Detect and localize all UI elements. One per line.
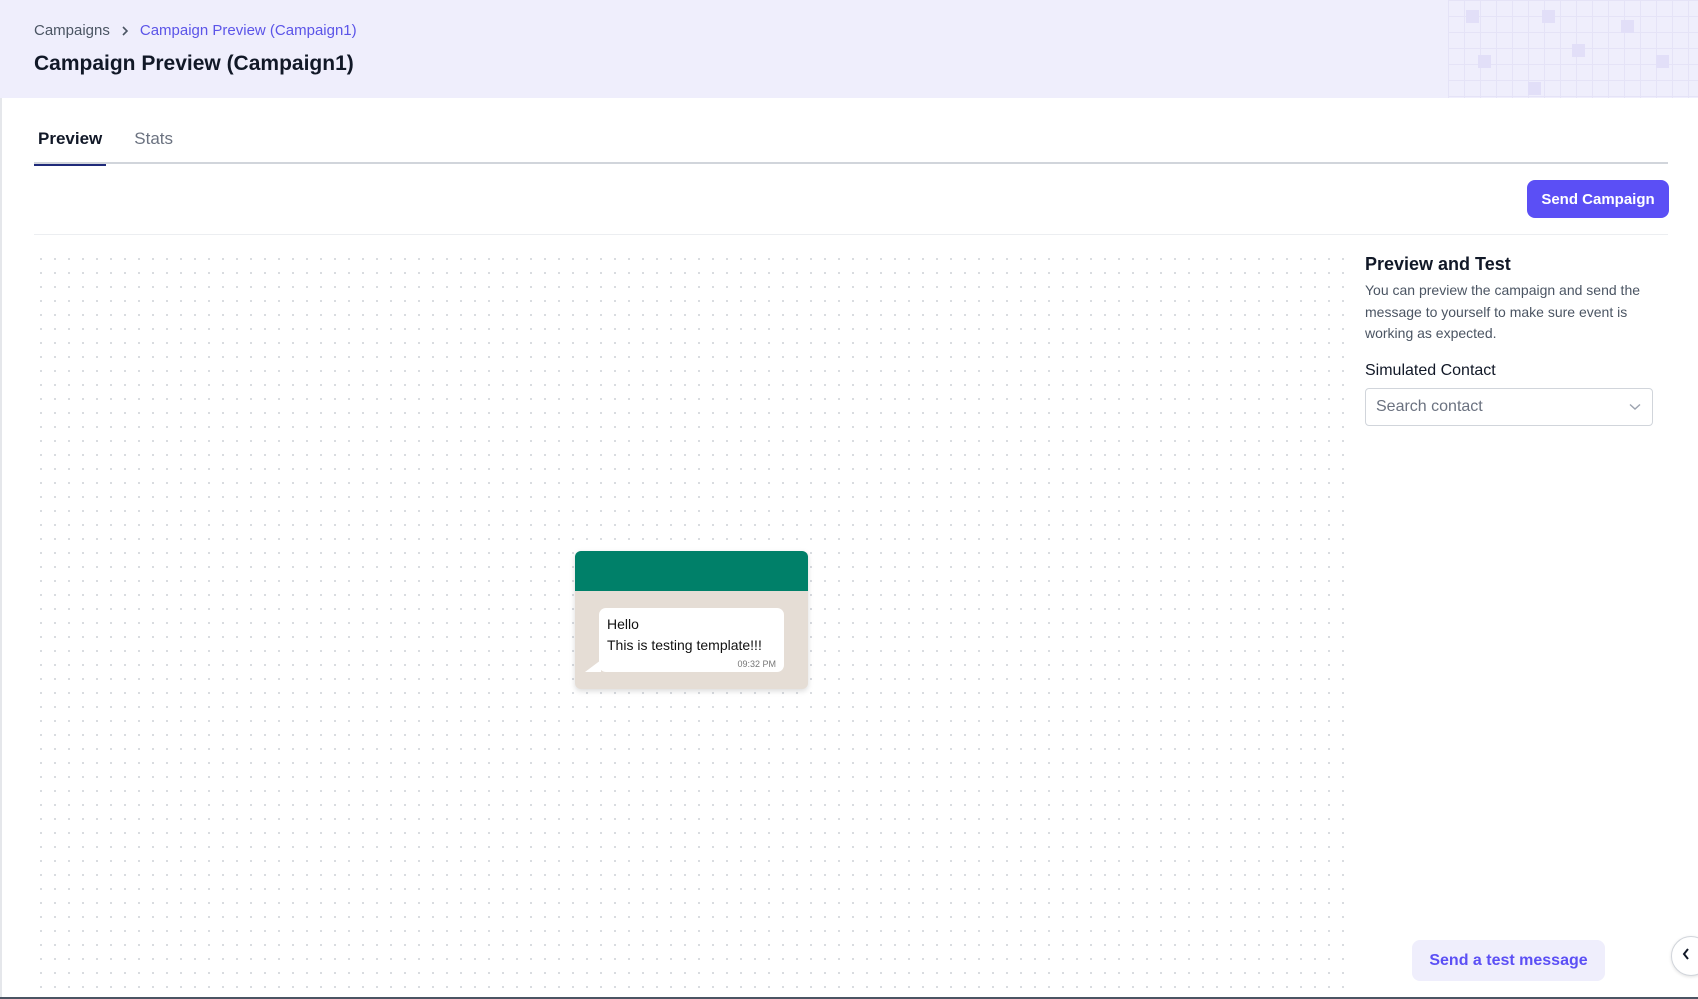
message-time: 09:32 PM [737, 659, 776, 669]
tab-preview[interactable]: Preview [34, 118, 107, 166]
simulated-contact-label: Simulated Contact [1365, 362, 1496, 379]
breadcrumb-current: Campaign Preview (Campaign1) [139, 22, 357, 39]
send-campaign-button[interactable]: Send Campaign [1527, 180, 1669, 218]
toolbar-divider [34, 234, 1668, 235]
message-line-2: This is testing template!!! [607, 637, 762, 653]
send-test-message-button[interactable]: Send a test message [1412, 940, 1605, 981]
tab-stats[interactable]: Stats [130, 118, 177, 164]
whatsapp-message-preview: Hello This is testing template!!! 09:32 … [575, 551, 808, 689]
message-line-1: Hello [607, 616, 639, 632]
contact-select-placeholder: Search contact [1376, 398, 1483, 415]
left-border [0, 98, 2, 999]
breadcrumb: Campaigns Campaign Preview (Campaign1) [34, 22, 357, 39]
chat-header-bar [575, 551, 808, 591]
tab-bar: Preview Stats [34, 118, 1668, 166]
page-title: Campaign Preview (Campaign1) [34, 52, 354, 75]
panel-description: You can preview the campaign and send th… [1365, 282, 1641, 341]
page-header: Campaigns Campaign Preview (Campaign1) C… [0, 0, 1698, 98]
contact-select[interactable]: Search contact [1365, 388, 1653, 426]
header-decorative-pattern [1448, 0, 1698, 98]
campaign-preview-page: Campaigns Campaign Preview (Campaign1) C… [0, 0, 1698, 999]
message-bubble: Hello This is testing template!!! 09:32 … [599, 608, 784, 672]
chevron-down-icon [1628, 400, 1642, 414]
chevron-left-icon [1681, 947, 1691, 966]
chevron-right-icon [120, 25, 130, 37]
collapse-panel-button[interactable] [1671, 936, 1698, 976]
panel-title: Preview and Test [1365, 254, 1511, 274]
breadcrumb-campaigns-link[interactable]: Campaigns [34, 22, 110, 39]
